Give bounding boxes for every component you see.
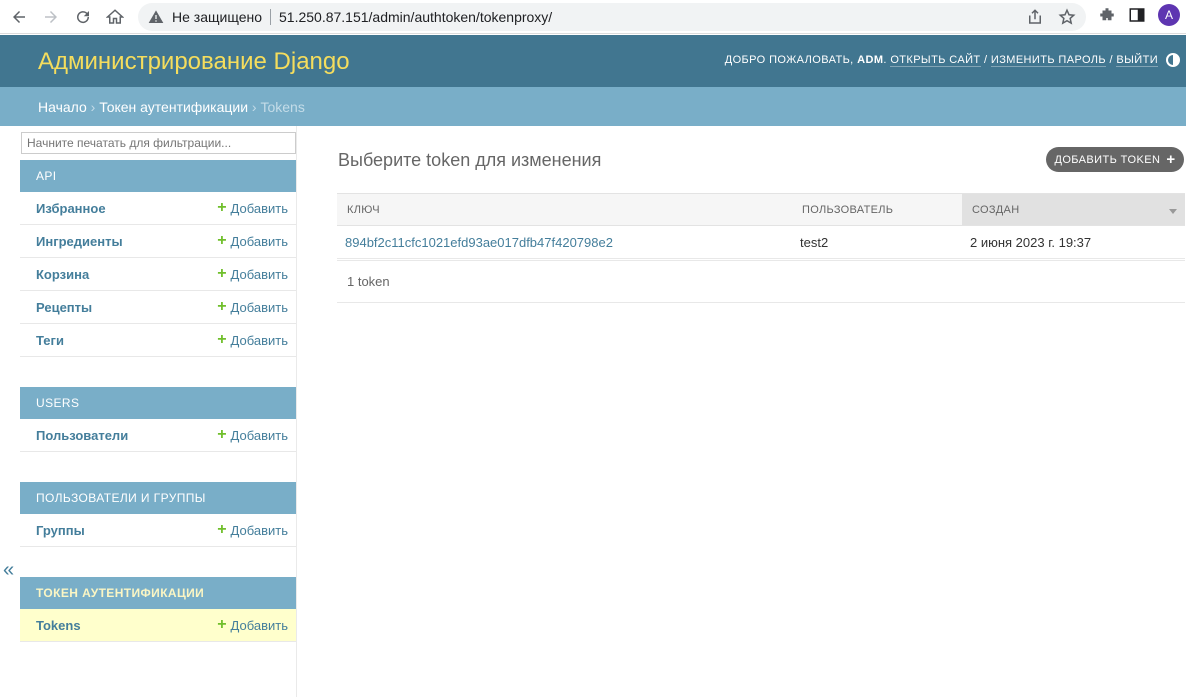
add-link[interactable]: + Добавить xyxy=(217,617,288,633)
breadcrumb: Начало › Токен аутентификации › Tokens xyxy=(0,87,1186,126)
module-caption[interactable]: USERS xyxy=(20,387,296,419)
column-header-user[interactable]: Пользователь xyxy=(792,194,962,225)
sidebar-item-recipes: Рецепты + Добавить xyxy=(20,291,296,324)
star-icon[interactable] xyxy=(1058,8,1076,26)
add-plus-icon: + xyxy=(217,426,227,443)
model-link[interactable]: Корзина xyxy=(36,267,89,282)
module-caption[interactable]: Пользователи и группы xyxy=(20,482,296,514)
model-link[interactable]: Группы xyxy=(36,523,85,538)
view-site-link[interactable]: Открыть сайт xyxy=(890,54,981,67)
add-token-button[interactable]: Добавить token + xyxy=(1046,147,1184,172)
module-users: USERS Пользователи + Добавить xyxy=(20,387,296,452)
sidebar-item-tokens: Tokens + Добавить xyxy=(20,609,296,642)
model-link[interactable]: Избранное xyxy=(36,201,106,216)
add-plus-icon: + xyxy=(217,199,227,216)
reload-icon[interactable] xyxy=(70,4,96,30)
logout-link[interactable]: Выйти xyxy=(1116,54,1158,67)
add-link[interactable]: + Добавить xyxy=(217,332,288,348)
username: ADM xyxy=(857,54,884,66)
breadcrumb-separator: › xyxy=(90,99,96,115)
add-link[interactable]: + Добавить xyxy=(217,522,288,538)
add-link[interactable]: + Добавить xyxy=(217,299,288,315)
breadcrumb-current: Tokens xyxy=(260,99,305,115)
add-plus-icon: + xyxy=(217,331,227,348)
insecure-label: Не защищено xyxy=(172,9,262,25)
module-auth: Пользователи и группы Группы + Добавить xyxy=(20,482,296,547)
add-plus-icon: + xyxy=(217,616,227,633)
add-plus-icon: + xyxy=(217,521,227,538)
home-icon[interactable] xyxy=(102,4,128,30)
extensions-icon[interactable] xyxy=(1098,6,1116,24)
back-icon[interactable] xyxy=(6,4,32,30)
model-link[interactable]: Теги xyxy=(36,333,64,348)
url-text: 51.250.87.151/admin/authtoken/tokenproxy… xyxy=(279,9,553,25)
module-caption[interactable]: Токен аутентификации xyxy=(20,577,296,609)
add-plus-icon: + xyxy=(217,265,227,282)
model-link[interactable]: Ингредиенты xyxy=(36,234,123,249)
result-count: 1 token xyxy=(337,260,1185,303)
sort-desc-icon[interactable] xyxy=(1169,209,1177,214)
add-link[interactable]: + Добавить xyxy=(217,233,288,249)
table-row: 894bf2c11cfc1021efd93ae017dfb47f420798e2… xyxy=(337,226,1185,259)
token-created: 2 июня 2023 г. 19:37 xyxy=(970,234,1092,250)
breadcrumb-app[interactable]: Токен аутентификации xyxy=(99,99,248,115)
sidebar-item-tags: Теги + Добавить xyxy=(20,324,296,357)
result-list: Ключ Пользователь Создан 894bf2c11cfc102… xyxy=(337,193,1185,259)
column-header-created[interactable]: Создан xyxy=(962,194,1185,225)
breadcrumb-home[interactable]: Начало xyxy=(38,99,87,115)
side-panel-icon[interactable] xyxy=(1128,6,1146,24)
add-plus-icon: + xyxy=(217,298,227,315)
module-api: API Избранное + Добавить Ингредиенты + Добав… xyxy=(20,160,296,357)
model-link[interactable]: Пользователи xyxy=(36,428,128,443)
sidebar-filter-input[interactable] xyxy=(21,132,296,154)
page-title: Выберите token для изменения xyxy=(338,150,602,170)
change-password-link[interactable]: Изменить пароль xyxy=(990,54,1107,67)
sidebar-item-groups: Группы + Добавить xyxy=(20,514,296,547)
model-link[interactable]: Рецепты xyxy=(36,300,92,315)
token-key-link[interactable]: 894bf2c11cfc1021efd93ae017dfb47f420798e2 xyxy=(337,235,792,250)
module-authtoken: Токен аутентификации Tokens + Добавить xyxy=(20,577,296,642)
browser-toolbar: Не защищено 51.250.87.151/admin/authtoke… xyxy=(0,0,1186,34)
model-link[interactable]: Tokens xyxy=(36,618,81,633)
token-user: test2 xyxy=(800,234,829,250)
user-tools: Добро пожаловать, ADM. Открыть сайт / Из… xyxy=(724,54,1158,67)
omnibox-separator xyxy=(270,9,271,25)
warning-icon xyxy=(148,10,164,23)
address-bar[interactable]: Не защищено 51.250.87.151/admin/authtoke… xyxy=(138,3,1086,31)
table-header: Ключ Пользователь Создан xyxy=(337,193,1185,226)
add-link[interactable]: + Добавить xyxy=(217,266,288,282)
forward-icon[interactable] xyxy=(38,4,64,30)
breadcrumb-separator: › xyxy=(251,99,257,115)
add-link[interactable]: + Добавить xyxy=(217,200,288,216)
toggle-sidebar-button[interactable]: « xyxy=(3,559,14,582)
site-header: Администрирование Django Добро пожаловат… xyxy=(0,35,1186,87)
welcome-text: Добро пожаловать, xyxy=(724,54,854,66)
add-token-label: Добавить token xyxy=(1054,153,1161,166)
module-caption[interactable]: API xyxy=(20,160,296,192)
column-header-key[interactable]: Ключ xyxy=(337,194,792,225)
add-plus-icon: + xyxy=(217,232,227,249)
profile-avatar[interactable]: A xyxy=(1158,4,1180,26)
site-branding[interactable]: Администрирование Django xyxy=(38,48,350,76)
add-link[interactable]: + Добавить xyxy=(217,427,288,443)
nav-sidebar: API Избранное +Добавить Ингредиенты +Добав… xyxy=(20,126,297,697)
sidebar-item-favorites: Избранное + Добавить xyxy=(20,192,296,225)
sidebar-item-ingredients: Ингредиенты + Добавить xyxy=(20,225,296,258)
theme-toggle-icon[interactable] xyxy=(1166,53,1180,67)
plus-icon: + xyxy=(1166,151,1176,168)
sidebar-item-cart: Корзина + Добавить xyxy=(20,258,296,291)
sidebar-item-users: Пользователи + Добавить xyxy=(20,419,296,452)
share-icon[interactable] xyxy=(1026,8,1044,26)
